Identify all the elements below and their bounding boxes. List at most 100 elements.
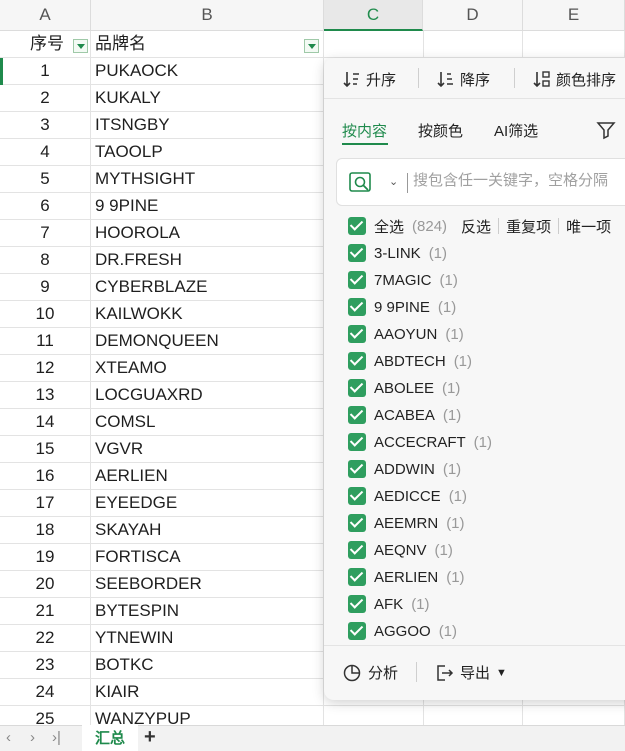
brand-cell[interactable]: YTNEWIN (91, 625, 324, 651)
cell[interactable] (523, 31, 625, 57)
brand-cell[interactable]: KUKALY (91, 85, 324, 111)
checkbox-checked-icon[interactable] (348, 487, 366, 505)
filter-option-item[interactable]: AEDICCE (1) (348, 483, 467, 509)
filter-option-item[interactable]: 9 9PINE (1) (348, 294, 456, 320)
brand-cell[interactable]: VGVR (91, 436, 324, 462)
checkbox-checked-icon[interactable] (348, 352, 366, 370)
seq-cell[interactable]: 22 (0, 625, 91, 651)
select-all-row[interactable]: 全选 (824) 反选 重复项 唯一项 (348, 213, 611, 239)
brand-cell[interactable]: MYTHSIGHT (91, 166, 324, 192)
brand-cell[interactable]: BOTKC (91, 652, 324, 678)
export-button[interactable]: 导出 ▼ (434, 662, 507, 683)
brand-cell[interactable]: LOCGUAXRD (91, 382, 324, 408)
checkbox-checked-icon[interactable] (348, 325, 366, 343)
tab-ai-filter[interactable]: AI筛选 (494, 120, 538, 141)
last-sheet-icon[interactable]: ›| (52, 729, 61, 746)
column-header-b[interactable]: B (91, 0, 324, 31)
brand-cell[interactable]: 9 9PINE (91, 193, 324, 219)
checkbox-checked-icon[interactable] (348, 541, 366, 559)
checkbox-checked-icon[interactable] (348, 298, 366, 316)
checkbox-checked-icon[interactable] (348, 271, 366, 289)
seq-cell[interactable]: 12 (0, 355, 91, 381)
filter-option-item[interactable]: AEQNV (1) (348, 537, 453, 563)
seq-cell[interactable]: 1 (0, 58, 91, 84)
seq-cell[interactable]: 21 (0, 598, 91, 624)
seq-cell[interactable]: 19 (0, 544, 91, 570)
brand-cell[interactable]: BYTESPIN (91, 598, 324, 624)
checkbox-checked-icon[interactable] (348, 433, 366, 451)
search-icon[interactable] (349, 172, 373, 194)
checkbox-checked-icon[interactable] (348, 514, 366, 532)
brand-cell[interactable]: DEMONQUEEN (91, 328, 324, 354)
sort-ascending-button[interactable]: 升序 (342, 66, 396, 92)
search-input[interactable] (413, 172, 625, 189)
seq-cell[interactable]: 8 (0, 247, 91, 273)
seq-cell[interactable]: 24 (0, 679, 91, 705)
filter-option-item[interactable]: ABDTECH (1) (348, 348, 472, 374)
checkbox-checked-icon[interactable] (348, 217, 366, 235)
brand-cell[interactable]: XTEAMO (91, 355, 324, 381)
sort-descending-button[interactable]: 降序 (436, 66, 490, 92)
brand-cell[interactable]: TAOOLP (91, 139, 324, 165)
column-header-c[interactable]: C (324, 0, 423, 31)
cell[interactable] (424, 31, 523, 57)
invert-selection-link[interactable]: 反选 (461, 216, 491, 237)
checkbox-checked-icon[interactable] (348, 568, 366, 586)
checkbox-checked-icon[interactable] (348, 460, 366, 478)
analyze-button[interactable]: 分析 (342, 662, 398, 683)
seq-cell[interactable]: 23 (0, 652, 91, 678)
seq-cell[interactable]: 17 (0, 490, 91, 516)
brand-cell[interactable]: SEEBORDER (91, 571, 324, 597)
sheet-tab-active[interactable]: 汇总 (82, 725, 138, 751)
seq-cell[interactable]: 2 (0, 85, 91, 111)
add-sheet-button[interactable]: + (144, 726, 156, 749)
brand-cell[interactable]: ITSNGBY (91, 112, 324, 138)
duplicates-link[interactable]: 重复项 (506, 216, 551, 237)
checkbox-checked-icon[interactable] (348, 622, 366, 640)
filter-option-item[interactable]: AGGOO (1) (348, 618, 457, 644)
filter-option-item[interactable]: AEEMRN (1) (348, 510, 465, 536)
tab-by-color[interactable]: 按颜色 (418, 120, 463, 141)
filter-dropdown-button[interactable] (73, 39, 88, 53)
filter-option-item[interactable]: ABOLEE (1) (348, 375, 460, 401)
checkbox-checked-icon[interactable] (348, 406, 366, 424)
filter-option-item[interactable]: ACABEA (1) (348, 402, 461, 428)
column-header-e[interactable]: E (523, 0, 625, 31)
seq-cell[interactable]: 3 (0, 112, 91, 138)
filter-option-item[interactable]: AERLIEN (1) (348, 564, 465, 590)
cell[interactable] (324, 31, 424, 57)
header-cell-brand[interactable]: 品牌名 (91, 31, 324, 57)
brand-cell[interactable]: PUKAOCK (91, 58, 324, 84)
filter-option-item[interactable]: AAOYUN (1) (348, 321, 464, 347)
filter-option-item[interactable]: ACCECRAFT (1) (348, 429, 492, 455)
header-cell-seq[interactable]: 序号 (0, 31, 91, 57)
filter-option-item[interactable]: 7MAGIC (1) (348, 267, 458, 293)
checkbox-checked-icon[interactable] (348, 379, 366, 397)
brand-cell[interactable]: CYBERBLAZE (91, 274, 324, 300)
brand-cell[interactable]: EYEEDGE (91, 490, 324, 516)
brand-cell[interactable]: FORTISCA (91, 544, 324, 570)
seq-cell[interactable]: 20 (0, 571, 91, 597)
brand-cell[interactable]: HOOROLA (91, 220, 324, 246)
seq-cell[interactable]: 13 (0, 382, 91, 408)
brand-cell[interactable]: AERLIEN (91, 463, 324, 489)
brand-cell[interactable]: KAILWOKK (91, 301, 324, 327)
checkbox-checked-icon[interactable] (348, 244, 366, 262)
seq-cell[interactable]: 6 (0, 193, 91, 219)
filter-icon[interactable] (596, 120, 618, 140)
filter-option-item[interactable]: ADDWIN (1) (348, 456, 461, 482)
tab-by-content[interactable]: 按内容 (342, 120, 387, 141)
seq-cell[interactable]: 18 (0, 517, 91, 543)
seq-cell[interactable]: 15 (0, 436, 91, 462)
brand-cell[interactable]: DR.FRESH (91, 247, 324, 273)
unique-link[interactable]: 唯一项 (566, 216, 611, 237)
sort-by-color-button[interactable]: 颜色排序 (532, 66, 616, 92)
filter-option-item[interactable]: AFK (1) (348, 591, 430, 617)
seq-cell[interactable]: 5 (0, 166, 91, 192)
seq-cell[interactable]: 7 (0, 220, 91, 246)
seq-cell[interactable]: 14 (0, 409, 91, 435)
checkbox-checked-icon[interactable] (348, 595, 366, 613)
seq-cell[interactable]: 4 (0, 139, 91, 165)
seq-cell[interactable]: 9 (0, 274, 91, 300)
brand-cell[interactable]: COMSL (91, 409, 324, 435)
